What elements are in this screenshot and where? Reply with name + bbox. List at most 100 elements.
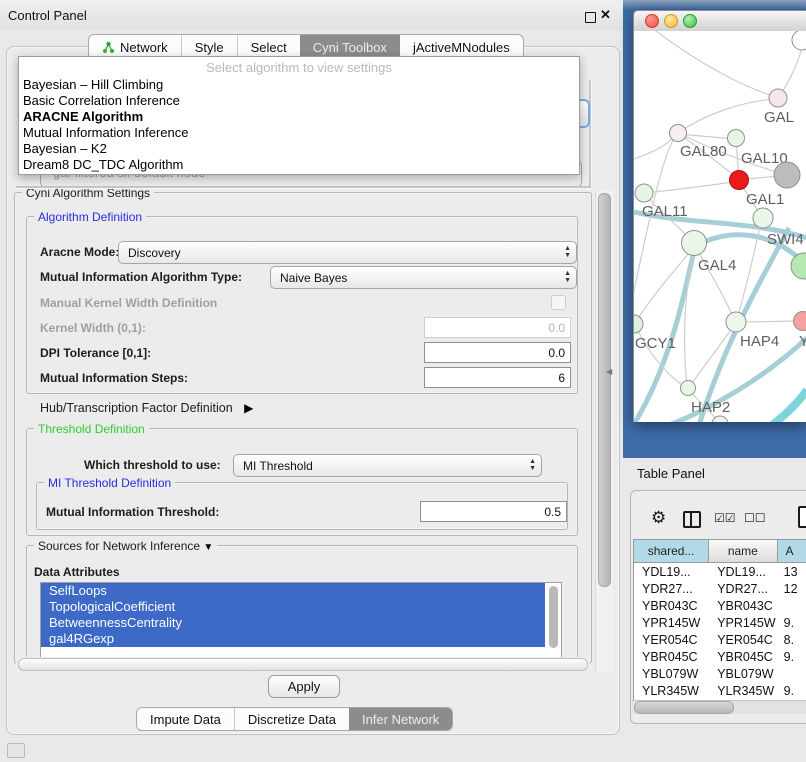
network-canvas[interactable]: GALGAL80GAL10GAL1GAL11SWI4GAL4GCY1HAP4YH… bbox=[633, 31, 806, 422]
table-row[interactable]: YBL079WYBL079W bbox=[634, 665, 806, 682]
data-attribute-item[interactable]: TopologicalCoefficient bbox=[41, 599, 545, 615]
splitter-collapse-icon[interactable]: ◀ bbox=[606, 367, 612, 376]
network-node-label: Y bbox=[799, 333, 806, 350]
network-edge[interactable] bbox=[645, 181, 739, 193]
hub-section-label[interactable]: Hub/Transcription Factor Definition ▶ bbox=[40, 401, 253, 415]
tab-label: jActiveMNodules bbox=[413, 40, 510, 55]
tab-infer-network[interactable]: Infer Network bbox=[349, 708, 452, 730]
column-header[interactable]: A bbox=[778, 540, 806, 563]
table-cell: YER054C bbox=[709, 631, 777, 648]
mi-threshold-field[interactable]: 0.5 bbox=[420, 501, 567, 522]
algorithm-dropdown-popup: Select algorithm to view settings Bayesi… bbox=[18, 56, 580, 175]
apply-button[interactable]: Apply bbox=[268, 675, 340, 698]
network-node-label: HAP2 bbox=[691, 399, 730, 416]
table-cell: YBR045C bbox=[709, 648, 777, 665]
mi-type-combo[interactable]: Naive Bayes ▲▼ bbox=[270, 266, 577, 289]
settings-vscroll-thumb[interactable] bbox=[598, 193, 611, 587]
network-node[interactable] bbox=[634, 315, 643, 333]
table-settings-gear-icon[interactable]: ⚙ bbox=[651, 508, 666, 528]
network-node[interactable] bbox=[791, 253, 806, 279]
network-node[interactable] bbox=[728, 130, 745, 147]
table-cell: YDL19... bbox=[634, 563, 709, 580]
network-node[interactable] bbox=[794, 312, 806, 331]
table-cell: YBL079W bbox=[709, 665, 777, 682]
select-all-checkboxes-icon[interactable]: ☑☑ bbox=[714, 511, 736, 525]
network-node[interactable] bbox=[670, 125, 687, 142]
data-attribute-item[interactable]: SelfLoops bbox=[41, 583, 545, 599]
network-node[interactable] bbox=[769, 89, 787, 107]
zoom-traffic-light-icon[interactable] bbox=[683, 14, 697, 28]
network-node-label: GAL1 bbox=[746, 191, 784, 208]
tab-impute-data[interactable]: Impute Data bbox=[137, 708, 234, 730]
table-cell: 13 bbox=[778, 563, 806, 580]
tab-discretize-data[interactable]: Discretize Data bbox=[234, 708, 349, 730]
mi-steps-field[interactable]: 6 bbox=[424, 367, 571, 388]
algorithm-option[interactable]: Mutual Information Inference bbox=[19, 125, 579, 141]
network-node[interactable] bbox=[792, 31, 806, 50]
bottom-tabs: Impute DataDiscretize DataInfer Network bbox=[136, 707, 453, 731]
table-hscroll-thumb[interactable] bbox=[634, 701, 734, 714]
network-node[interactable] bbox=[681, 381, 696, 396]
table-row[interactable]: YDL19...YDL19...13 bbox=[634, 563, 806, 580]
table-row[interactable]: YPR145WYPR145W9. bbox=[634, 614, 806, 631]
node-table[interactable]: shared...nameA YDL19...YDL19...13YDR27..… bbox=[633, 539, 806, 701]
table-cell: 9. bbox=[778, 614, 806, 631]
table-row[interactable]: YER054CYER054C8. bbox=[634, 631, 806, 648]
table-cell: YDR27... bbox=[709, 580, 777, 597]
algorithm-option[interactable]: Bayesian – K2 bbox=[19, 141, 579, 157]
network-edge[interactable] bbox=[634, 137, 675, 305]
manual-kernel-label: Manual Kernel Width Definition bbox=[40, 296, 217, 310]
attr-items: SelfLoopsTopologicalCoefficientBetweenne… bbox=[41, 583, 561, 647]
network-node[interactable] bbox=[753, 208, 773, 228]
panel-grip-button[interactable] bbox=[7, 743, 25, 758]
expand-arrow-icon[interactable]: ▼ bbox=[203, 542, 213, 553]
which-threshold-combo[interactable]: MI Threshold ▲▼ bbox=[233, 454, 542, 477]
application-root: Control Panel ✕ NetworkStyleSelectCyni T… bbox=[0, 0, 806, 762]
network-edge[interactable] bbox=[656, 31, 776, 97]
network-node[interactable] bbox=[726, 312, 746, 332]
network-node[interactable] bbox=[774, 162, 800, 188]
network-edge[interactable] bbox=[757, 390, 806, 422]
network-node[interactable] bbox=[682, 231, 707, 256]
aracne-mode-combo[interactable]: Discovery ▲▼ bbox=[118, 241, 577, 264]
table-row[interactable]: YBR043CYBR043C bbox=[634, 597, 806, 614]
settings-hscroll-thumb[interactable] bbox=[18, 658, 588, 671]
close-icon[interactable]: ✕ bbox=[600, 7, 611, 23]
algorithm-option[interactable]: Basic Correlation Inference bbox=[19, 93, 579, 109]
deselect-checkboxes-icon[interactable]: ☐☐ bbox=[744, 511, 766, 525]
collapse-arrow-icon[interactable]: ▶ bbox=[244, 401, 253, 415]
attr-list-scrollbar[interactable] bbox=[549, 586, 558, 648]
network-node[interactable] bbox=[730, 171, 749, 190]
manual-kernel-checkbox[interactable] bbox=[551, 295, 566, 310]
data-attribute-item[interactable]: BetweennessCentrality bbox=[41, 615, 545, 631]
column-header[interactable]: shared... bbox=[634, 540, 709, 563]
algorithm-option[interactable]: Dream8 DC_TDC Algorithm bbox=[19, 157, 579, 173]
algorithm-option[interactable]: ARACNE Algorithm bbox=[19, 109, 579, 125]
network-graph: GALGAL80GAL10GAL1GAL11SWI4GAL4GCY1HAP4YH… bbox=[634, 31, 806, 422]
close-traffic-light-icon[interactable] bbox=[645, 14, 659, 28]
float-window-icon[interactable] bbox=[585, 12, 596, 23]
cyni-settings-title: Cyni Algorithm Settings bbox=[22, 186, 154, 200]
table-columns-icon[interactable] bbox=[683, 511, 701, 528]
table-row[interactable]: YDR27...YDR27...12 bbox=[634, 580, 806, 597]
table-row[interactable]: YLR345WYLR345W9. bbox=[634, 682, 806, 699]
network-edge[interactable] bbox=[678, 99, 778, 133]
data-attribute-item[interactable]: gal4RGexp bbox=[41, 631, 545, 647]
kernel-width-field[interactable]: 0.0 bbox=[424, 317, 571, 338]
algorithm-option[interactable]: Bayesian – Hill Climbing bbox=[19, 77, 579, 93]
table-row[interactable]: YBR045CYBR045C9. bbox=[634, 648, 806, 665]
data-attributes-list[interactable]: SelfLoopsTopologicalCoefficientBetweenne… bbox=[40, 582, 562, 658]
mi-type-value: Naive Bayes bbox=[280, 271, 347, 285]
dpi-tolerance-field[interactable]: 0.0 bbox=[424, 342, 571, 363]
minimize-traffic-light-icon[interactable] bbox=[664, 14, 678, 28]
table-panel-title: Table Panel bbox=[637, 466, 705, 481]
column-header[interactable]: name bbox=[709, 540, 777, 563]
export-table-icon[interactable] bbox=[798, 506, 806, 528]
control-panel-titlebar bbox=[0, 0, 622, 30]
network-edge[interactable] bbox=[689, 323, 736, 387]
mi-threshold-label: Mutual Information Threshold: bbox=[46, 505, 219, 519]
network-node[interactable] bbox=[635, 184, 653, 202]
kernel-width-label: Kernel Width (0,1): bbox=[40, 321, 146, 335]
sources-title[interactable]: Sources for Network Inference ▼ bbox=[34, 539, 217, 553]
network-node-label: SWI4 bbox=[767, 231, 804, 248]
